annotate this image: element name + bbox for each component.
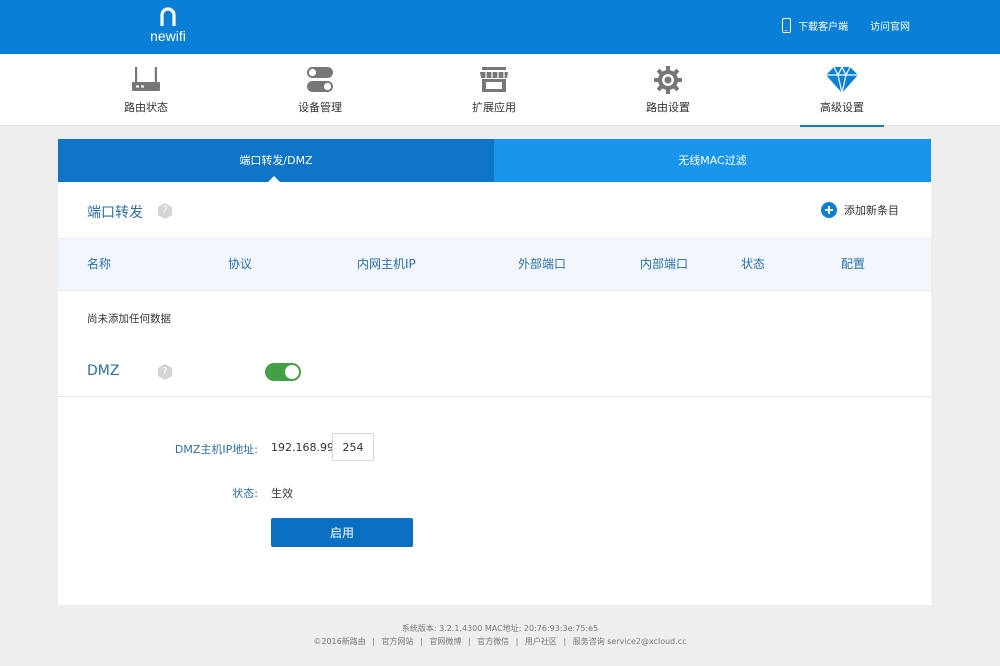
newifi-logo[interactable]: newifi <box>146 6 190 50</box>
ip-last-octet-input[interactable] <box>332 433 374 461</box>
column-header-internal-port: 内部端口 <box>640 257 689 271</box>
help-icon[interactable]: ? <box>158 203 172 219</box>
nav-item-extensions[interactable]: 扩展应用 <box>449 54 539 126</box>
column-header-config: 配置 <box>841 257 866 271</box>
phone-icon <box>782 18 791 33</box>
logo-mark-icon <box>160 7 176 26</box>
status-value: 生效 <box>271 487 293 500</box>
footer-separator: | <box>420 637 423 646</box>
add-entry-label: 添加新条目 <box>844 204 899 217</box>
nav-item-advanced-settings[interactable]: 高级设置 <box>797 54 887 127</box>
version-info: 系统版本: 3.2.1.4300 MAC地址: 20:76:93:3e:75:e… <box>401 624 599 633</box>
nav-item-device-management[interactable]: 设备管理 <box>275 54 365 126</box>
nav-label: 高级设置 <box>820 101 864 114</box>
toggle-switches-icon <box>307 67 333 92</box>
footer-link-community[interactable]: 用户社区 <box>525 637 557 646</box>
plus-circle-icon <box>821 202 837 218</box>
nav-item-router-settings[interactable]: 路由设置 <box>623 54 713 126</box>
nav-label: 设备管理 <box>298 101 342 114</box>
official-site-link[interactable]: 访问官网 <box>870 18 910 33</box>
footer-separator: | <box>372 637 375 646</box>
column-header-lan-ip: 内网主机IP <box>357 257 416 271</box>
nav-item-router-status[interactable]: 路由状态 <box>101 54 191 126</box>
column-header-protocol: 协议 <box>228 257 253 271</box>
tab-bar: 端口转发/DMZ 无线MAC过滤 <box>58 139 931 182</box>
footer: 系统版本: 3.2.1.4300 MAC地址: 20:76:93:3e:75:e… <box>0 622 1000 648</box>
router-icon <box>132 67 160 91</box>
column-header-status: 状态 <box>741 257 766 271</box>
port-forward-title: 端口转发 <box>87 205 143 221</box>
ip-prefix: 192.168.99. <box>271 441 338 454</box>
footer-service-contact[interactable]: 服务咨询 service2@xcloud.cc <box>573 637 687 646</box>
port-forward-table-header: 名称 协议 内网主机IP 外部端口 内部端口 状态 配置 <box>58 238 931 291</box>
active-tab-caret <box>268 176 280 182</box>
main-nav: 路由状态 设备管理 扩展应用 路由设置 高级设置 <box>0 54 1000 127</box>
footer-link-weibo[interactable]: 官网微博 <box>429 637 461 646</box>
brand-name: newifi <box>150 28 186 44</box>
footer-separator: | <box>563 637 567 646</box>
tab-wireless-mac-filter[interactable]: 无线MAC过滤 <box>494 139 931 182</box>
dmz-host-ip-label: DMZ主机IP地址: <box>174 443 258 456</box>
footer-link-wechat[interactable]: 官方微信 <box>477 637 509 646</box>
section-divider <box>58 396 931 397</box>
enable-button[interactable]: 启用 <box>271 518 413 547</box>
download-client-link[interactable]: 下载客户端 <box>798 18 848 33</box>
diamond-icon <box>826 66 858 94</box>
toggle-knob <box>285 365 299 379</box>
empty-table-message: 尚未添加任何数据 <box>87 313 171 325</box>
footer-separator: | <box>467 637 471 646</box>
copyright-text: ©2016新路由 <box>313 637 366 646</box>
footer-link-official-site[interactable]: 官方网站 <box>382 637 414 646</box>
footer-separator: | <box>515 637 519 646</box>
nav-label: 路由设置 <box>646 101 690 114</box>
store-icon <box>480 67 508 92</box>
nav-label: 扩展应用 <box>472 101 516 114</box>
nav-label: 路由状态 <box>124 101 168 114</box>
column-header-name: 名称 <box>87 257 112 271</box>
top-links: 下载客户端 访问官网 <box>782 18 910 33</box>
footer-links: ©2016新路由 | 官方网站 | 官网微博 | 官方微信 | 用户社区 | 服… <box>0 635 1000 648</box>
add-entry-button[interactable]: 添加新条目 <box>821 202 899 218</box>
top-bar: newifi 下载客户端 访问官网 <box>0 0 1000 54</box>
dmz-toggle[interactable] <box>265 363 301 381</box>
help-icon[interactable]: ? <box>158 364 172 380</box>
dmz-title: DMZ <box>87 363 120 379</box>
column-header-external-port: 外部端口 <box>518 257 567 271</box>
settings-card: 端口转发/DMZ 无线MAC过滤 端口转发 ? 添加新条目 名称 协议 内网主机… <box>58 139 931 605</box>
status-label: 状态: <box>232 487 258 500</box>
gear-icon <box>654 66 682 94</box>
